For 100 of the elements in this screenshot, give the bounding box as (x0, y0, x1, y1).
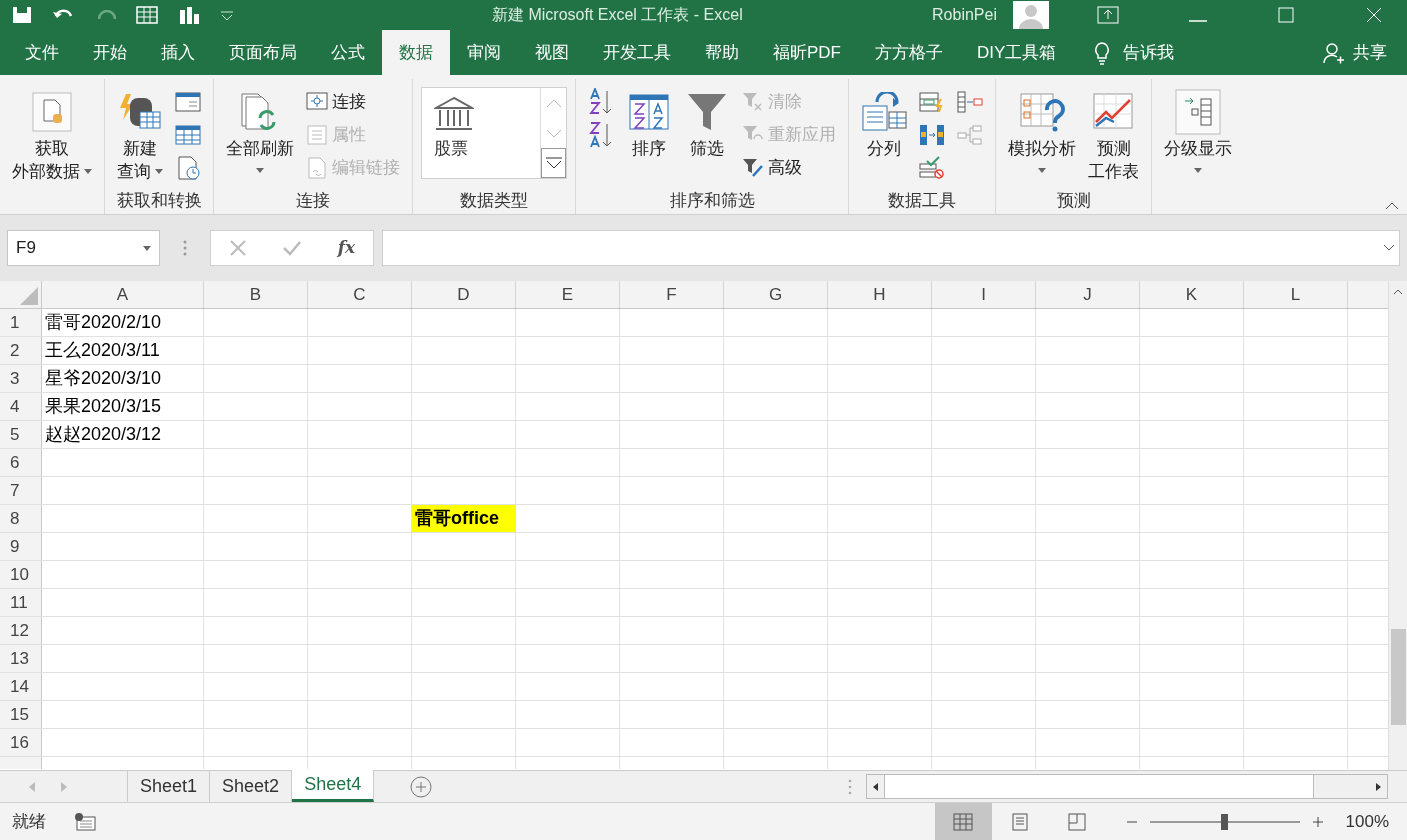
horizontal-scrollbar[interactable] (866, 774, 1388, 799)
row-header[interactable]: 13 (0, 645, 42, 672)
text-to-columns-icon (861, 92, 907, 132)
row-header[interactable]: 8 (0, 505, 42, 532)
ribbon-tab[interactable]: 开始 (76, 30, 144, 75)
row-header[interactable]: 2 (0, 337, 42, 364)
column-header[interactable]: B (204, 281, 308, 308)
document-link-icon (306, 156, 328, 179)
group-label: 数据类型 (460, 190, 528, 213)
plus-icon (1311, 815, 1324, 828)
row-header[interactable]: 3 (0, 365, 42, 392)
ribbon-tab[interactable]: 视图 (518, 30, 586, 75)
row-header[interactable]: 14 (0, 673, 42, 700)
column-header[interactable]: H (828, 281, 932, 308)
table-cell: 星爷2020/3/10 (42, 365, 204, 392)
vertical-scrollbar[interactable] (1388, 281, 1407, 770)
row-header[interactable]: 6 (0, 449, 42, 476)
column-header[interactable]: E (516, 281, 620, 308)
macro-record-icon (74, 812, 96, 831)
ribbon-large-button[interactable]: 分级显示 (1160, 83, 1236, 173)
funnel-pencil-icon (742, 157, 764, 178)
relationships-icon (957, 123, 983, 146)
insert-function-button[interactable]: fx (337, 235, 356, 261)
ribbon-large-button[interactable]: 筛选 (680, 83, 734, 160)
remove-duplicates-icon (919, 123, 945, 146)
ribbon-large-button[interactable]: 模拟分析 (1004, 83, 1080, 173)
sheet-tab[interactable]: Sheet4 (292, 770, 375, 802)
ribbon-button[interactable]: 连接 (302, 87, 404, 116)
row-header[interactable]: 7 (0, 477, 42, 504)
ribbon-tab[interactable]: 数据 (382, 30, 450, 75)
ribbon-large-button[interactable]: 排序 (622, 83, 676, 160)
properties-icon (306, 124, 328, 145)
collapse-ribbon-icon (1385, 201, 1399, 210)
lightbulb-icon (1093, 40, 1112, 65)
expand-formula-icon (1383, 244, 1395, 252)
group-label: 获取和转换 (116, 190, 202, 213)
ribbon-tab[interactable]: 帮助 (688, 30, 756, 75)
column-header[interactable]: G (724, 281, 828, 308)
column-header[interactable]: C (308, 281, 412, 308)
check-icon (282, 239, 303, 257)
column-header[interactable]: L (1244, 281, 1348, 308)
ribbon-tab[interactable]: 审阅 (450, 30, 518, 75)
ribbon-tab[interactable]: 方方格子 (858, 30, 960, 75)
sort-icon (629, 94, 669, 130)
row-header[interactable]: 10 (0, 561, 42, 588)
ribbon-large-button[interactable]: 全部刷新 (222, 83, 298, 173)
column-header[interactable]: I (932, 281, 1036, 308)
triangle-icon (20, 287, 38, 305)
table-cell: 王么2020/3/11 (42, 337, 204, 364)
zoom-in-button[interactable] (1311, 815, 1324, 828)
name-box[interactable]: F9 (7, 230, 160, 266)
ribbon-tab[interactable]: 页面布局 (212, 30, 314, 75)
row-header[interactable]: 5 (0, 421, 42, 448)
scroll-right-icon (1376, 782, 1381, 791)
ribbon-large-button[interactable]: 获取 外部数据 (8, 83, 96, 183)
outline-icon (1175, 89, 1221, 135)
cell-reference: F9 (16, 237, 36, 260)
tell-me-button[interactable]: 告诉我 (1085, 30, 1183, 75)
column-header[interactable]: D (412, 281, 516, 308)
grid-question-icon (1019, 92, 1065, 132)
row-header[interactable]: 4 (0, 393, 42, 420)
row-header[interactable]: 9 (0, 533, 42, 560)
slider-thumb[interactable] (1220, 813, 1228, 830)
row-header[interactable]: 12 (0, 617, 42, 644)
ribbon-tab[interactable]: 插入 (144, 30, 212, 75)
ribbon-tab[interactable]: DIY工具箱 (960, 30, 1074, 75)
table-icon (136, 6, 158, 24)
ribbon-large-button[interactable]: 新建 查询 (113, 83, 167, 183)
ribbon-tab[interactable]: 文件 (8, 30, 76, 75)
column-header[interactable]: A (42, 281, 204, 308)
column-header[interactable]: F (620, 281, 724, 308)
scroll-thumb[interactable] (1390, 629, 1406, 725)
column-header[interactable]: K (1140, 281, 1244, 308)
ribbon-large-button[interactable]: 预测 工作表 (1084, 83, 1143, 183)
group-label: 连接 (296, 190, 330, 213)
ribbon-large-button[interactable]: 分列 (857, 83, 911, 160)
more-button[interactable] (541, 148, 566, 178)
table-cell: 雷哥2020/2/10 (42, 309, 204, 336)
view-button[interactable] (934, 803, 992, 840)
ribbon-tab[interactable]: 福昕PDF (756, 30, 858, 75)
column-header[interactable]: J (1036, 281, 1140, 308)
share-button[interactable]: 共享 (1311, 30, 1399, 75)
ribbon-tab[interactable]: 开发工具 (586, 30, 688, 75)
formula-input[interactable] (382, 230, 1400, 266)
table-window-icon (175, 90, 201, 113)
page-break-icon (1068, 812, 1086, 831)
ribbon-tab[interactable]: 公式 (314, 30, 382, 75)
flash-fill-icon (919, 90, 945, 113)
row-header[interactable]: 16 (0, 729, 42, 756)
ribbon-button[interactable]: 高级 (738, 153, 840, 182)
stocks-button[interactable]: 股票 (422, 88, 540, 178)
save-icon (12, 6, 32, 24)
close-icon (1365, 6, 1383, 24)
zoom-slider[interactable] (1149, 811, 1300, 832)
row-header[interactable]: 1 (0, 309, 42, 336)
clear-filter-icon (742, 91, 764, 112)
row-header[interactable]: 11 (0, 589, 42, 616)
row-header[interactable]: 15 (0, 701, 42, 728)
previous-sheet-icon (28, 781, 36, 792)
forecast-chart-icon (1091, 92, 1136, 132)
